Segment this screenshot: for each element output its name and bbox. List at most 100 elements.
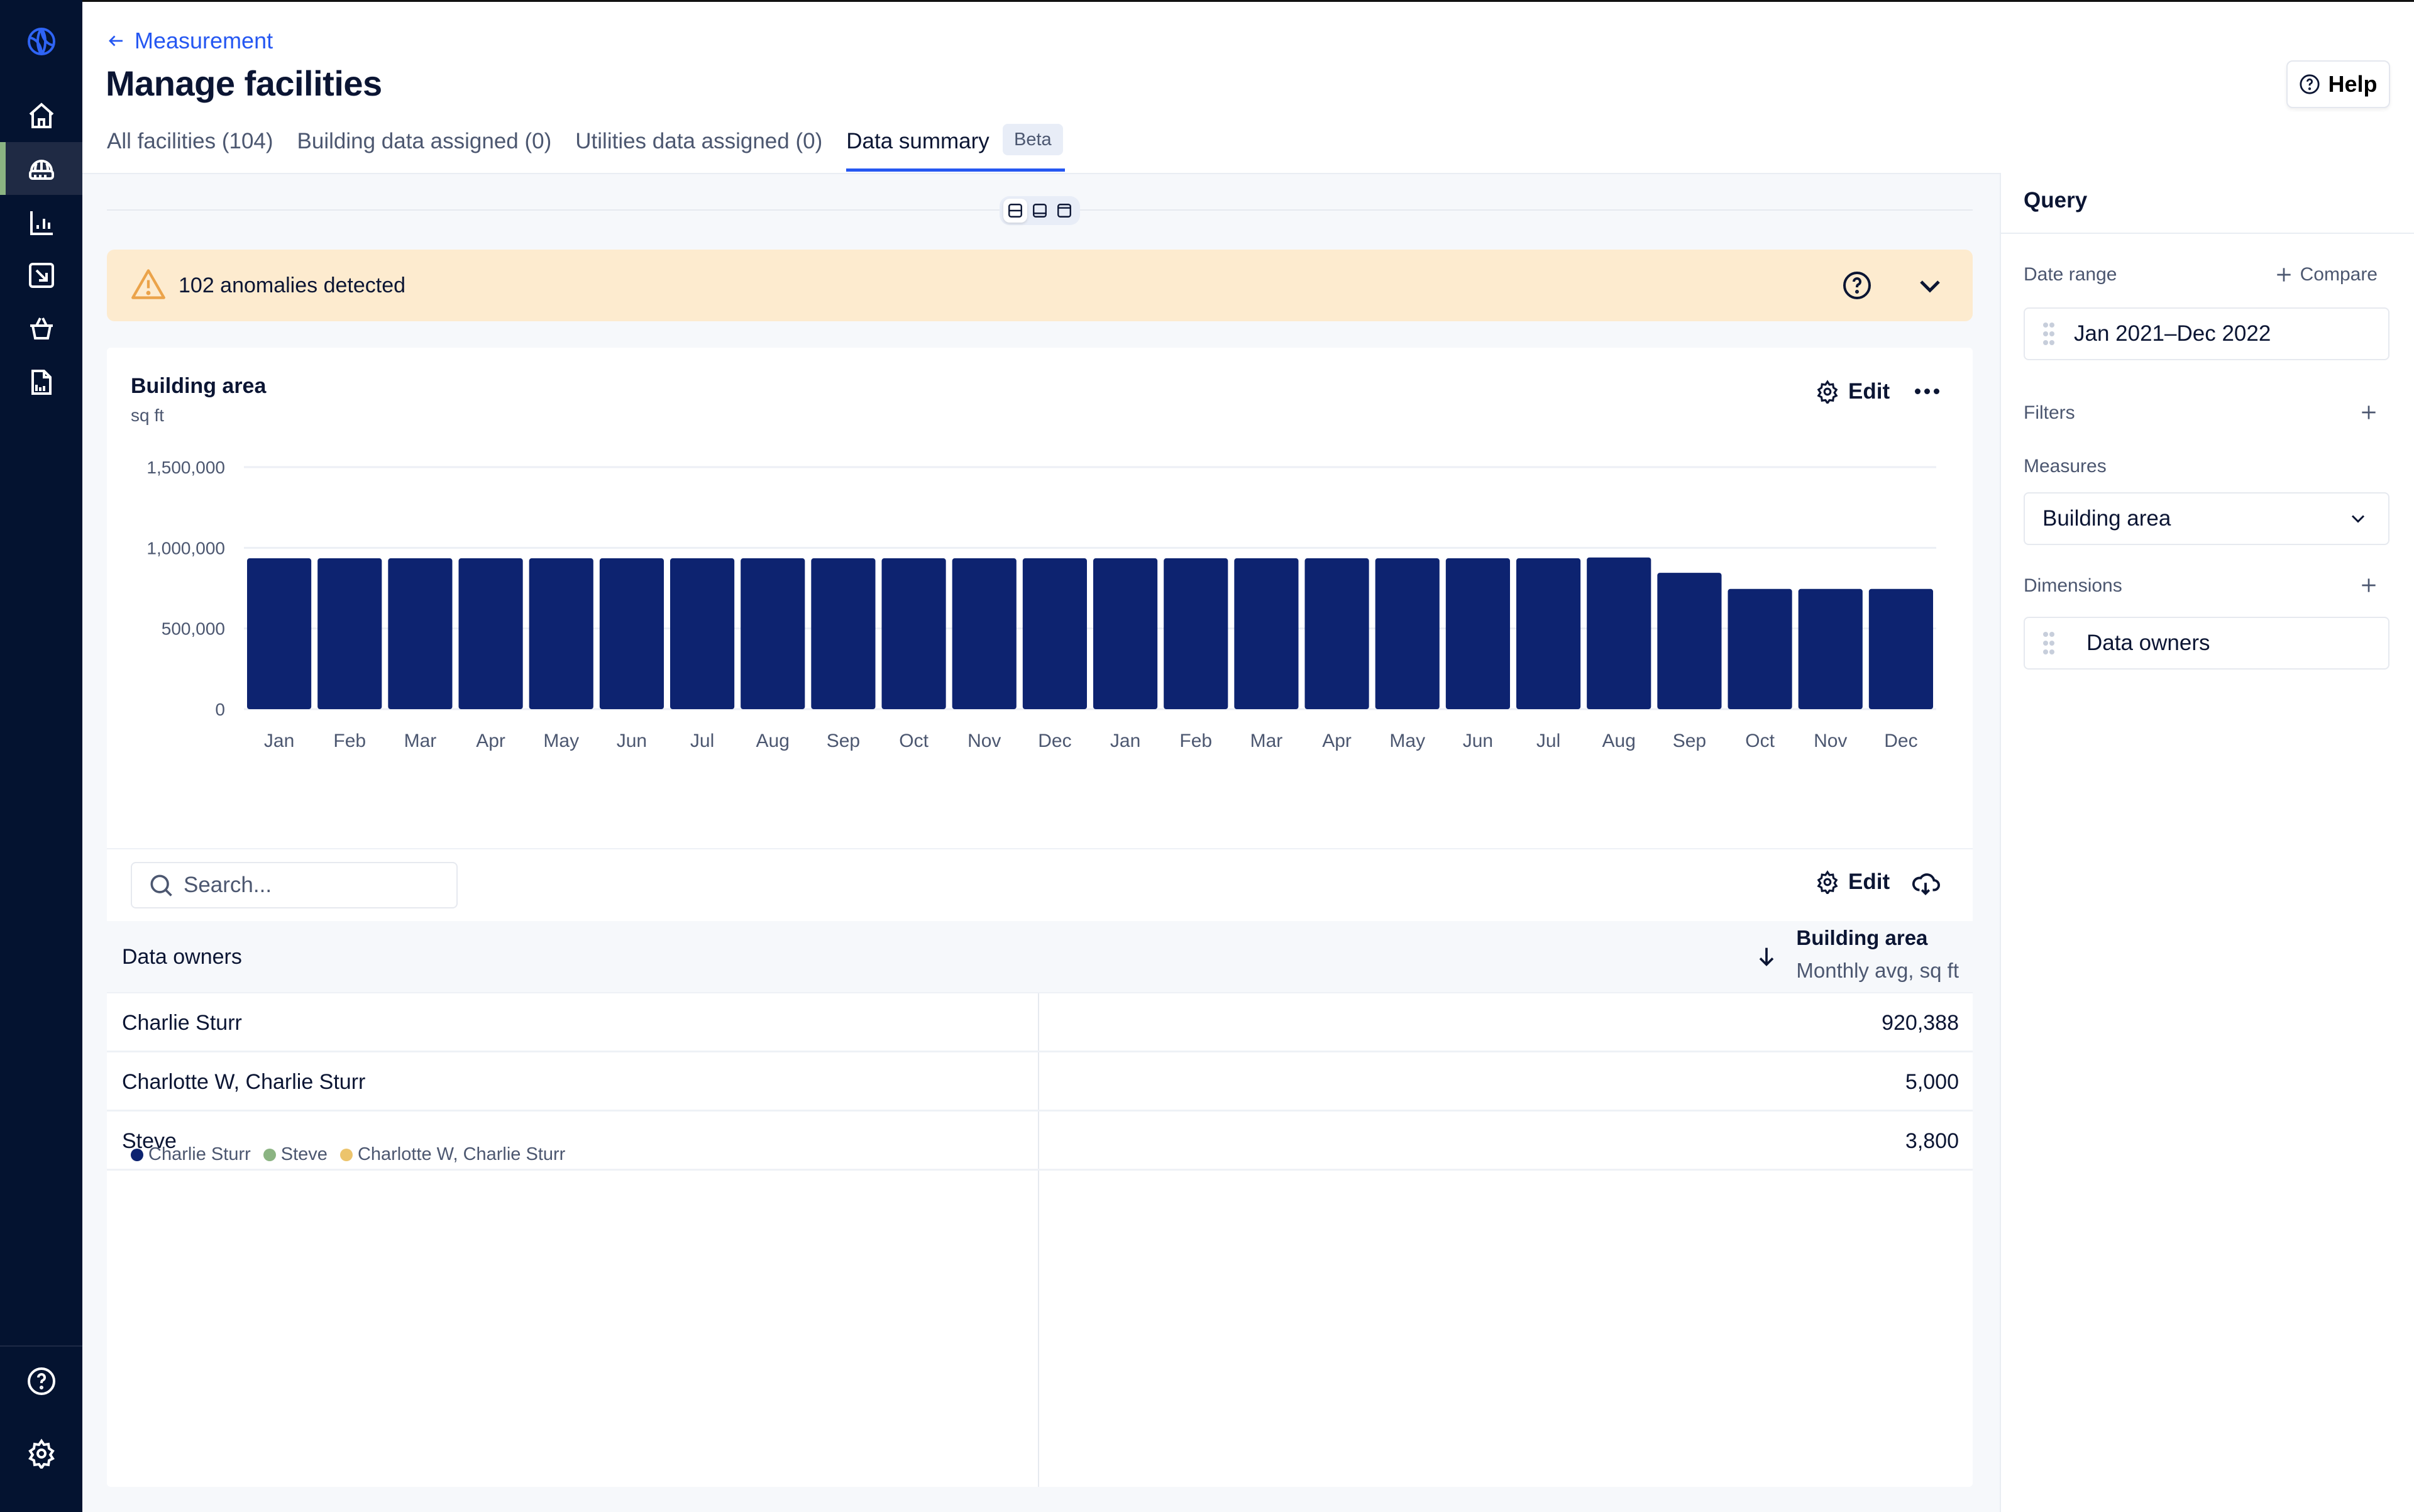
cloud-download-icon[interactable] [1911,869,1940,898]
bar [952,558,1017,709]
chart-title: Building area [131,374,267,398]
tab-bar: All facilities (104) Building data assig… [107,123,1065,172]
filters-label: Filters [2024,402,2075,423]
value-cell: 3,800 [1905,1129,1959,1153]
table-row[interactable]: Charlie Sturr 920,388 [107,993,1973,1052]
sidebar-item-facilities[interactable] [0,142,82,195]
bar [1587,557,1651,709]
column-header-data-owners[interactable]: Data owners [122,945,242,969]
bar [1093,558,1158,709]
layout-chart-focus-button[interactable] [1028,199,1052,223]
bar [317,558,382,709]
chart-unit: sq ft [131,406,164,425]
x-tick-label: Oct [899,731,929,751]
dimension-item[interactable]: Data owners [2024,617,2389,670]
bar [1868,588,1933,709]
layout-table-focus-button[interactable] [1052,199,1076,223]
bar [1164,558,1228,709]
measures-label: Measures [2024,456,2107,477]
x-tick-label: Apr [1322,731,1352,751]
search-input[interactable] [184,873,435,898]
bar [881,558,946,709]
table-edit-button[interactable]: Edit [1816,869,1890,895]
sidebar-item-reports[interactable] [0,356,82,409]
arrow-down-right-icon [28,263,54,288]
warning-triangle-icon [131,268,166,304]
globe-logo-icon[interactable] [0,15,82,68]
bar [1728,588,1792,709]
layout-split-icon [1008,204,1023,218]
tab-building-data-assigned[interactable]: Building data assigned (0) [297,123,552,172]
x-tick-label: May [1389,731,1425,751]
compare-button[interactable]: Compare [2274,264,2378,285]
column-header-building-area[interactable]: Building area Monthly avg, sq ft [1796,926,1959,983]
layout-split-even-button[interactable] [1003,199,1028,223]
data-table: Data owners Building area Monthly avg, s… [107,921,1973,1487]
drag-handle-icon[interactable] [2042,321,2055,346]
top-border [0,0,2414,2]
beta-badge: Beta [1003,124,1063,155]
sidebar-item-home[interactable] [0,89,82,142]
measure-value: Building area [2042,506,2171,531]
date-range-label: Date range [2024,264,2117,285]
basket-icon [30,317,53,339]
chevron-down-icon[interactable] [1915,270,1945,301]
alert-help-icon[interactable] [1842,270,1872,301]
sidebar-item-reduce[interactable] [0,249,82,302]
facilities-icon [28,160,54,180]
x-tick-label: Aug [756,731,790,751]
x-tick-label: Feb [1179,731,1212,751]
x-tick-label: Sep [1673,731,1706,751]
search-icon [150,875,172,897]
sort-descending-icon[interactable] [1754,944,1779,969]
bar [599,558,664,709]
y-tick-label: 1,500,000 [146,458,225,477]
breadcrumb-back-link[interactable]: Measurement [107,28,273,54]
x-tick-label: Oct [1745,731,1775,751]
more-options-icon[interactable] [1911,379,1943,403]
sidebar-item-analytics[interactable] [0,196,82,249]
help-button[interactable]: Help [2286,60,2390,108]
value-cell: 5,000 [1905,1070,1959,1094]
bar [247,558,312,709]
tab-all-facilities[interactable]: All facilities (104) [107,123,273,172]
sidebar-item-settings[interactable] [0,1427,82,1480]
add-dimension-icon[interactable] [2359,575,2379,595]
x-tick-label: Nov [967,731,1001,751]
tab-data-summary[interactable]: Data summary [846,123,1065,172]
x-tick-label: May [543,731,579,751]
page-title: Manage facilities [106,63,382,103]
chevron-down-icon [2351,515,2365,523]
owner-cell: Steve [122,1129,177,1153]
sidebar-item-help[interactable] [0,1355,82,1408]
x-tick-label: Jun [1463,731,1493,751]
owner-cell: Charlie Sturr [122,1011,242,1035]
help-label: Help [2328,71,2378,97]
alert-text: 102 anomalies detected [179,273,406,297]
gear-icon [1817,870,1838,894]
tab-utilities-data-assigned[interactable]: Utilities data assigned (0) [575,123,822,172]
query-panel: Query Date range Compare Jan 2021–Dec 20… [2000,173,2414,1512]
date-range-field[interactable]: Jan 2021–Dec 2022 [2024,307,2389,360]
bar [670,558,735,709]
table-row[interactable]: Steve 3,800 [107,1112,1973,1171]
table-edit-label: Edit [1848,869,1890,894]
chart-edit-button[interactable]: Edit [1816,379,1890,404]
help-circle-icon [2300,74,2320,94]
measure-select[interactable]: Building area [2024,492,2389,545]
table-row[interactable]: Charlotte W, Charlie Sturr 5,000 [107,1052,1973,1112]
add-filter-icon[interactable] [2359,402,2379,422]
column-title: Building area [1796,926,1928,949]
plus-icon [2276,268,2291,282]
anomalies-alert[interactable]: 102 anomalies detected [107,250,1973,321]
bar [458,558,523,709]
settings-gear-icon [28,1438,55,1469]
x-tick-label: Dec [1038,731,1071,751]
chart-edit-label: Edit [1848,379,1890,404]
home-icon [29,102,53,128]
table-header-row: Data owners Building area Monthly avg, s… [107,921,1973,993]
sidebar-item-marketplace[interactable] [0,302,82,355]
chart-table-separator [107,848,1973,849]
drag-handle-icon[interactable] [2042,631,2055,656]
search-field[interactable] [131,862,458,908]
